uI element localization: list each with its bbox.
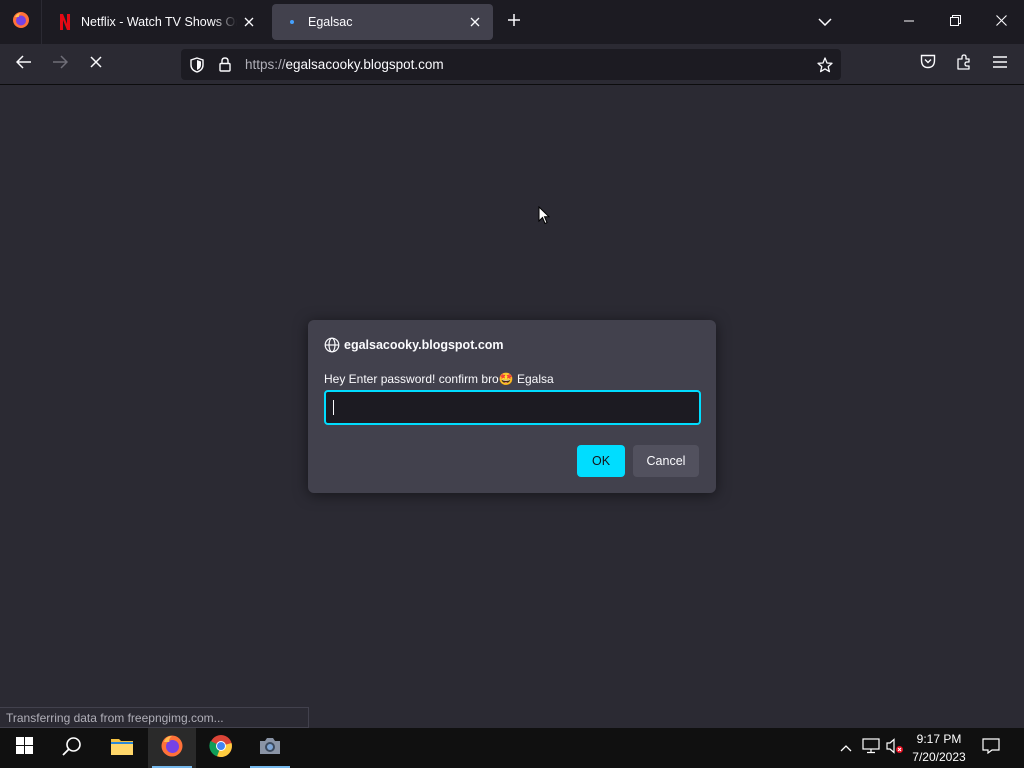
dialog-origin: egalsacooky.blogspot.com [324,336,504,354]
tab-title: Netflix - Watch TV Shows Online, Watch M… [81,15,237,29]
list-all-tabs-button[interactable] [813,10,837,34]
action-center-button[interactable] [981,737,1001,759]
network-icon [862,737,880,759]
restore-button[interactable] [932,0,978,44]
minimize-icon [904,13,914,31]
new-tab-button[interactable] [502,10,526,34]
taskbar-chrome[interactable] [197,728,245,768]
cancel-button[interactable]: Cancel [633,445,699,477]
back-button[interactable] [10,50,38,78]
globe-icon [324,337,340,353]
loading-dot-icon [284,14,300,30]
show-hidden-icons-button[interactable] [836,738,856,758]
firefox-view-button[interactable] [0,0,42,44]
stop-icon [90,55,102,73]
file-explorer-icon [110,736,134,761]
minimize-button[interactable] [886,0,932,44]
camera-icon [258,736,282,761]
pocket-icon [920,54,936,74]
hamburger-menu-icon [993,55,1007,73]
start-button[interactable] [0,728,48,768]
tab-netflix[interactable]: Netflix - Watch TV Shows Online, Watch M… [45,4,267,40]
pocket-button[interactable] [914,50,942,78]
notifications-icon [982,737,1000,759]
lock-icon[interactable] [211,51,239,79]
windows-start-icon [15,737,33,759]
url-scheme: https:// [245,57,286,72]
stop-loading-button[interactable] [82,50,110,78]
restore-icon [949,13,961,31]
netflix-icon [57,14,73,30]
close-tab-icon[interactable] [463,10,487,34]
navigation-toolbar: https://egalsacooky.blogspot.com [0,44,1024,85]
taskbar-clock[interactable]: 9:17 PM 7/20/2023 [906,730,972,766]
shield-icon[interactable] [183,51,211,79]
arrow-left-icon [15,54,32,74]
tab-strip: Netflix - Watch TV Shows Online, Watch M… [0,0,1024,44]
ok-button[interactable]: OK [577,445,625,477]
taskbar-firefox[interactable] [148,728,196,768]
close-tab-icon[interactable] [237,10,261,34]
address-bar[interactable]: https://egalsacooky.blogspot.com [181,49,841,80]
close-icon [995,13,1007,31]
windows-taskbar: 9:17 PM 7/20/2023 [0,728,1024,768]
bookmark-star-icon[interactable] [811,51,839,79]
url-text: https://egalsacooky.blogspot.com [245,57,811,72]
network-status-button[interactable] [861,737,881,759]
volume-button[interactable] [885,737,905,759]
arrow-right-icon [52,54,69,74]
clock-date: 7/20/2023 [912,750,966,764]
tab-egalsac[interactable]: Egalsac [272,4,493,40]
taskbar-search-button[interactable] [48,728,96,768]
taskbar-camera[interactable] [246,728,294,768]
prompt-dialog: egalsacooky.blogspot.com Hey Enter passw… [308,320,716,493]
text-caret [333,400,334,415]
chevron-down-icon [818,13,832,31]
dialog-origin-text: egalsacooky.blogspot.com [344,338,504,352]
close-window-button[interactable] [978,0,1024,44]
firefox-icon [12,11,30,34]
dialog-message: Hey Enter password! confirm bro🤩 Egalsa [324,372,554,386]
volume-muted-icon [886,737,904,759]
password-prompt-input[interactable] [324,390,701,425]
search-icon [62,736,82,761]
puzzle-icon [956,53,972,75]
forward-button[interactable] [46,50,74,78]
plus-icon [507,13,521,32]
url-host: egalsacooky.blogspot.com [285,57,444,72]
taskbar-file-explorer[interactable] [98,728,146,768]
extensions-button[interactable] [950,50,978,78]
status-panel: Transferring data from freepngimg.com... [0,707,309,728]
chrome-icon [209,734,233,763]
tab-title: Egalsac [308,15,353,29]
app-menu-button[interactable] [986,50,1014,78]
firefox-icon [160,734,184,763]
mouse-cursor-icon [538,205,551,230]
chevron-up-icon [840,739,852,757]
clock-time: 9:17 PM [916,732,962,746]
